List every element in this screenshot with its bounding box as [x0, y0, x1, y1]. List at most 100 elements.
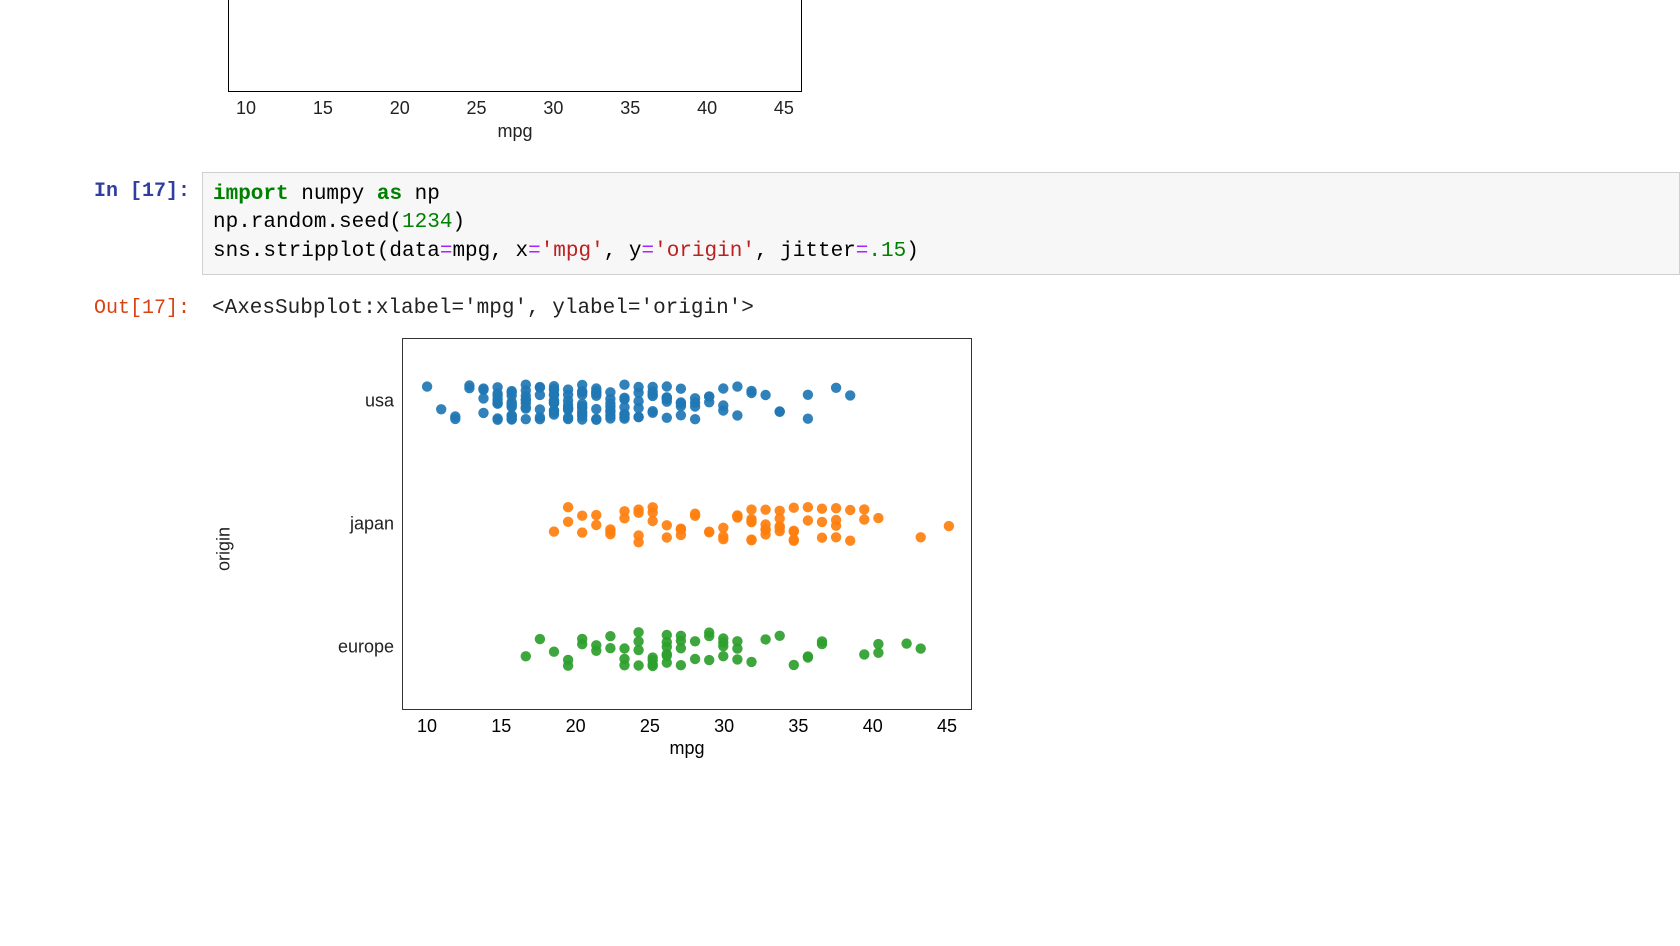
data-point-usa [549, 409, 559, 419]
data-point-usa [704, 397, 714, 407]
data-point-japan [944, 521, 954, 531]
data-point-usa [633, 388, 643, 398]
strip-plot-svg [403, 339, 973, 711]
data-point-usa [422, 381, 432, 391]
strip-xtick: 35 [788, 716, 808, 737]
data-point-japan [760, 505, 770, 515]
ytick-europe: europe [338, 637, 394, 658]
data-point-usa [563, 414, 573, 424]
data-point-japan [873, 513, 883, 523]
data-point-japan [563, 517, 573, 527]
data-point-japan [577, 527, 587, 537]
data-point-usa [507, 414, 517, 424]
output-repr: <AxesSubplot:xlabel='mpg', ylabel='origi… [202, 289, 1680, 328]
output-cell: Out[17]: <AxesSubplot:xlabel='mpg', ylab… [0, 289, 1680, 328]
strip-xtick: 10 [417, 716, 437, 737]
prev-xtick: 30 [543, 98, 563, 119]
data-point-japan [803, 502, 813, 512]
data-point-europe [732, 643, 742, 653]
data-point-europe [859, 649, 869, 659]
prev-chart-fragment: 1015202530354045 mpg [228, 0, 802, 142]
comma-jitter: , jitter [755, 240, 856, 263]
data-point-usa [591, 404, 601, 414]
data-point-usa [676, 384, 686, 394]
data-point-usa [845, 390, 855, 400]
data-point-europe [633, 636, 643, 646]
prev-xtick: 10 [236, 98, 256, 119]
data-point-japan [831, 532, 841, 542]
data-point-usa [619, 380, 629, 390]
data-point-usa [648, 406, 658, 416]
data-point-japan [648, 502, 658, 512]
data-point-japan [704, 527, 714, 537]
data-point-usa [605, 410, 615, 420]
data-point-japan [591, 510, 601, 520]
data-point-europe [704, 631, 714, 641]
data-point-japan [789, 535, 799, 545]
data-point-usa [549, 395, 559, 405]
data-point-japan [746, 504, 756, 514]
data-point-europe [535, 634, 545, 644]
eq-2: = [528, 240, 541, 263]
data-point-usa [803, 414, 813, 424]
in-prompt: In [17]: [0, 172, 202, 211]
data-point-europe [676, 631, 686, 641]
data-point-usa [690, 397, 700, 407]
data-point-japan [859, 504, 869, 514]
data-point-japan [831, 503, 841, 513]
data-point-europe [775, 631, 785, 641]
data-point-usa [690, 414, 700, 424]
alias-np: np [402, 183, 440, 206]
data-point-japan [831, 521, 841, 531]
data-point-japan [789, 503, 799, 513]
data-point-europe [633, 627, 643, 637]
data-point-europe [676, 660, 686, 670]
data-point-usa [521, 414, 531, 424]
jitter-value: .15 [868, 240, 906, 263]
code-stripplot-call: sns.stripplot(data [213, 240, 440, 263]
strip-xticks: 1015202530354045 [402, 716, 972, 737]
data-point-usa [591, 414, 601, 424]
data-point-usa [633, 412, 643, 422]
data-point-europe [916, 643, 926, 653]
keyword-import: import [213, 183, 289, 206]
data-point-usa [450, 414, 460, 424]
output-plot: origin usa japan europe 1015202530354045… [202, 328, 1680, 779]
data-point-usa [662, 381, 672, 391]
data-point-japan [817, 504, 827, 514]
close-paren-2: ) [906, 240, 919, 263]
data-point-usa [507, 391, 517, 401]
data-point-europe [817, 639, 827, 649]
data-point-usa [563, 400, 573, 410]
data-point-japan [775, 526, 785, 536]
data-point-japan [690, 509, 700, 519]
data-point-japan [662, 532, 672, 542]
data-point-usa [507, 400, 517, 410]
seed-value: 1234 [402, 211, 452, 234]
data-point-usa [662, 413, 672, 423]
prev-xtick: 35 [620, 98, 640, 119]
code-editor[interactable]: import numpy as np np.random.seed(1234) … [202, 172, 1680, 275]
data-point-japan [619, 506, 629, 516]
data-point-japan [746, 535, 756, 545]
data-point-europe [648, 655, 658, 665]
code-seed-call: np.random.seed( [213, 211, 402, 234]
data-point-japan [605, 529, 615, 539]
data-point-japan [859, 514, 869, 524]
data-point-usa [478, 393, 488, 403]
data-point-usa [619, 412, 629, 422]
data-point-europe [676, 643, 686, 653]
out-prompt: Out[17]: [0, 289, 202, 328]
data-point-japan [817, 517, 827, 527]
data-point-usa [549, 384, 559, 394]
ytick-usa: usa [365, 391, 394, 412]
prev-xtick: 45 [774, 98, 794, 119]
data-point-usa [732, 381, 742, 391]
data-point-europe [760, 634, 770, 644]
data-point-europe [633, 660, 643, 670]
strip-plot-container: origin usa japan europe 1015202530354045… [312, 338, 972, 759]
data-point-japan [845, 536, 855, 546]
prev-xtick: 25 [467, 98, 487, 119]
notebook-root: 1015202530354045 mpg In [17]: import num… [0, 0, 1680, 779]
data-point-europe [662, 642, 672, 652]
